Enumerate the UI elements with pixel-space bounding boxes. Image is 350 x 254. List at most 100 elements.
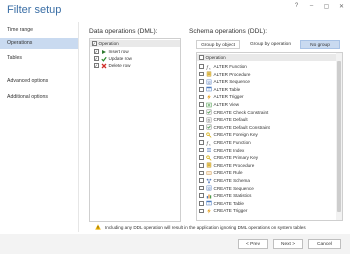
list-item[interactable]: 12 CREATE Sequence (199, 185, 254, 192)
sidebar-item-operations[interactable]: Operations (0, 38, 78, 49)
close-icon[interactable]: ✕ (337, 2, 346, 10)
ddl-checkbox[interactable] (199, 147, 204, 153)
list-item[interactable]: CREATE Check Constraint (199, 109, 268, 116)
ddl-scrollbar[interactable] (336, 53, 342, 220)
list-item[interactable]: ✓ Insert row (94, 48, 129, 55)
ddl-item-label: ALTER Trigger (213, 94, 244, 100)
dml-section-title: Data operations (DML): (89, 28, 158, 35)
list-item[interactable]: f x CREATE Function (199, 139, 251, 146)
svg-text:x: x (209, 66, 211, 70)
ddl-checkbox[interactable] (199, 163, 204, 168)
view-icon (205, 102, 212, 108)
ddl-checkbox[interactable] (199, 79, 204, 84)
ddl-checkbox[interactable] (199, 155, 204, 160)
ddl-header-label: Operation (205, 55, 226, 60)
dml-select-all-checkbox[interactable]: ✓ (92, 41, 97, 46)
list-item[interactable]: CREATE Statistics (199, 192, 251, 199)
ddl-checkbox[interactable] (199, 185, 204, 191)
ddl-checkbox[interactable] (199, 71, 204, 77)
sequence-icon: 12 (206, 185, 212, 191)
function-icon: fx (206, 140, 212, 146)
ddl-section-title: Schema operations (DDL): (189, 28, 268, 35)
ddl-item-label: CREATE Schema (213, 178, 250, 183)
ddl-select-all-checkbox[interactable] (199, 55, 204, 60)
ddl-item-label: CREATE Index (213, 147, 245, 153)
ddl-item-label: CREATE Function (213, 140, 251, 145)
ddl-checkbox[interactable] (199, 170, 204, 176)
update-check-icon (100, 56, 107, 62)
trigger-icon (206, 208, 212, 214)
list-item[interactable]: ALTER Trigger (199, 93, 244, 100)
minimize-icon[interactable]: – (307, 2, 316, 10)
svg-text:12: 12 (207, 80, 211, 84)
ddl-item-label: CREATE Foreign Key (213, 132, 258, 138)
list-item[interactable]: CREATE Trigger (199, 207, 247, 214)
ddl-header-row: Operation (197, 54, 336, 61)
prev-button[interactable]: < Prev (238, 239, 268, 249)
sequence-icon: 12 (206, 79, 212, 85)
maximize-icon[interactable]: ▢ (322, 2, 331, 10)
list-item[interactable]: CREATE Index (199, 147, 244, 154)
list-item[interactable]: ALTER View (199, 101, 239, 108)
list-item[interactable]: ALTER Procedure (199, 71, 250, 78)
sidebar-item-additional-options[interactable]: Additional options (0, 92, 78, 103)
list-item[interactable]: f x ALTER Function (199, 63, 247, 70)
ddl-checkbox[interactable] (199, 178, 204, 183)
ddl-checkbox[interactable] (199, 125, 204, 130)
sidebar-item-time-range[interactable]: Time range (0, 25, 78, 36)
ddl-item-label: ALTER Table (213, 86, 241, 92)
svg-text:x: x (209, 142, 211, 146)
ddl-checkbox[interactable] (199, 109, 204, 115)
warning-icon (95, 224, 101, 230)
list-item[interactable]: ALTER Table (199, 86, 240, 93)
ddl-checkbox[interactable] (199, 201, 204, 206)
table-icon (205, 200, 212, 206)
ddl-checkbox[interactable] (199, 94, 204, 100)
scrollbar-thumb[interactable] (337, 61, 341, 212)
schema-icon (206, 178, 212, 184)
ddl-checkbox[interactable] (199, 64, 204, 69)
dml-checkbox[interactable]: ✓ (94, 63, 99, 68)
sidebar-item-advanced-options[interactable]: Advanced options (0, 76, 78, 87)
next-button[interactable]: Next > (273, 239, 303, 249)
ddl-item-label: CREATE Default (213, 117, 248, 123)
ddl-checkbox[interactable] (199, 102, 204, 107)
list-item[interactable]: ✓ Update row (94, 55, 132, 62)
key-icon (205, 155, 212, 161)
help-icon[interactable]: ? (292, 2, 301, 10)
sidebar-item-tables[interactable]: Tables (0, 53, 78, 64)
ddl-checkbox[interactable] (199, 117, 204, 122)
statistics-icon (206, 193, 212, 199)
ddl-item-label: CREATE Sequence (213, 185, 254, 191)
dml-checkbox[interactable]: ✓ (94, 56, 99, 61)
list-item[interactable]: CREATE Schema (199, 177, 250, 184)
ddl-checkbox[interactable] (199, 87, 204, 92)
list-item[interactable]: CREATE Foreign Key (199, 131, 258, 138)
list-item[interactable]: ✓ Delete row (94, 62, 130, 69)
dml-item-label: Delete row (108, 63, 131, 68)
list-item[interactable]: CREATE Primary Key (199, 154, 258, 161)
no-group-button[interactable]: No group (300, 40, 340, 49)
list-item[interactable]: D CREATE Default (199, 116, 248, 123)
list-item[interactable]: CREATE Table (199, 200, 244, 207)
list-item[interactable]: 12 ALTER Sequence (199, 78, 250, 85)
ddl-checkbox[interactable] (199, 140, 204, 145)
dml-header-label: Operation (98, 41, 119, 46)
cancel-button[interactable]: Cancel (308, 239, 341, 249)
sidebar: Time range Operations Tables Advanced op… (0, 22, 78, 232)
list-item[interactable]: CREATE Procedure (199, 162, 254, 169)
index-icon (206, 147, 212, 153)
group-by-operation-button[interactable]: Group by operation (244, 40, 297, 49)
ddl-checkbox[interactable] (199, 208, 204, 214)
ddl-item-label: ALTER Sequence (213, 79, 250, 85)
list-item[interactable]: CREATE Default Constraint (199, 124, 270, 131)
dml-checkbox[interactable]: ✓ (94, 49, 99, 54)
insert-arrow-icon (101, 49, 107, 55)
ddl-checkbox[interactable] (199, 132, 204, 138)
svg-text:12: 12 (207, 186, 211, 190)
ddl-item-label: CREATE Trigger (213, 208, 248, 214)
ddl-item-label: CREATE Statistics (213, 193, 252, 199)
list-item[interactable]: CREATE Rule (199, 169, 243, 176)
group-by-object-button[interactable]: Group by object (196, 40, 240, 49)
ddl-checkbox[interactable] (199, 193, 204, 198)
